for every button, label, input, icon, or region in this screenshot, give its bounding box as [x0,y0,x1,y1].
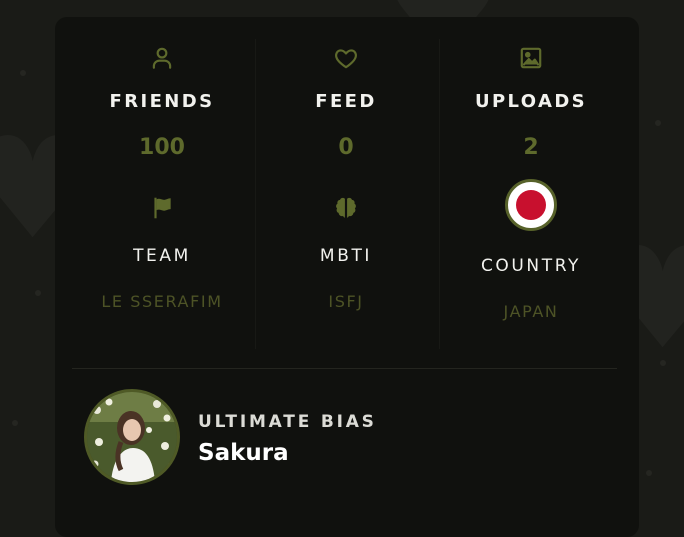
heart-icon [333,45,359,71]
fact-value: ISFJ [328,292,364,311]
stat-friends[interactable]: FRIENDS 100 [67,45,257,161]
background-dot [35,290,41,296]
section-divider [72,368,617,369]
fact-title: TEAM [133,246,191,266]
flag-icon [149,195,175,221]
stat-feed[interactable]: FEED 0 [251,45,441,161]
fact-mbti: MBTI ISFJ [251,195,441,315]
background-dot [655,120,661,126]
japan-flag-icon [505,179,557,231]
fact-team: TEAM LE SSERAFIM [67,195,257,315]
stat-title: FRIENDS [109,91,215,112]
fact-value: LE SSERAFIM [101,292,223,311]
brain-icon [333,195,359,221]
background-dot [646,470,652,476]
user-icon [149,45,175,71]
fact-title: MBTI [319,246,373,266]
fact-country: COUNTRY JAPAN [436,179,626,325]
stat-value: 0 [338,135,354,160]
stat-title: FEED [315,91,377,112]
stat-title: UPLOADS [474,91,588,112]
bias-name: Sakura [198,440,289,466]
background-dot [20,70,26,76]
bias-avatar[interactable] [84,389,180,485]
profile-stats-card: FRIENDS 100 FEED 0 UPLOADS 2 TEAM LE SSE… [55,17,639,537]
avatar-photo [87,392,177,482]
stat-value: 2 [523,135,539,160]
stat-value: 100 [139,135,185,160]
fact-value: JAPAN [503,302,559,321]
flag-sun-disc [516,190,546,220]
fact-title: COUNTRY [480,256,582,276]
stats-grid: FRIENDS 100 FEED 0 UPLOADS 2 TEAM LE SSE… [55,17,639,369]
bias-label: ULTIMATE BIAS [198,412,377,432]
image-icon [518,45,544,71]
stat-uploads[interactable]: UPLOADS 2 [436,45,626,161]
ultimate-bias-section: ULTIMATE BIAS Sakura [84,389,604,489]
background-dot [660,360,666,366]
background-dot [12,420,18,426]
